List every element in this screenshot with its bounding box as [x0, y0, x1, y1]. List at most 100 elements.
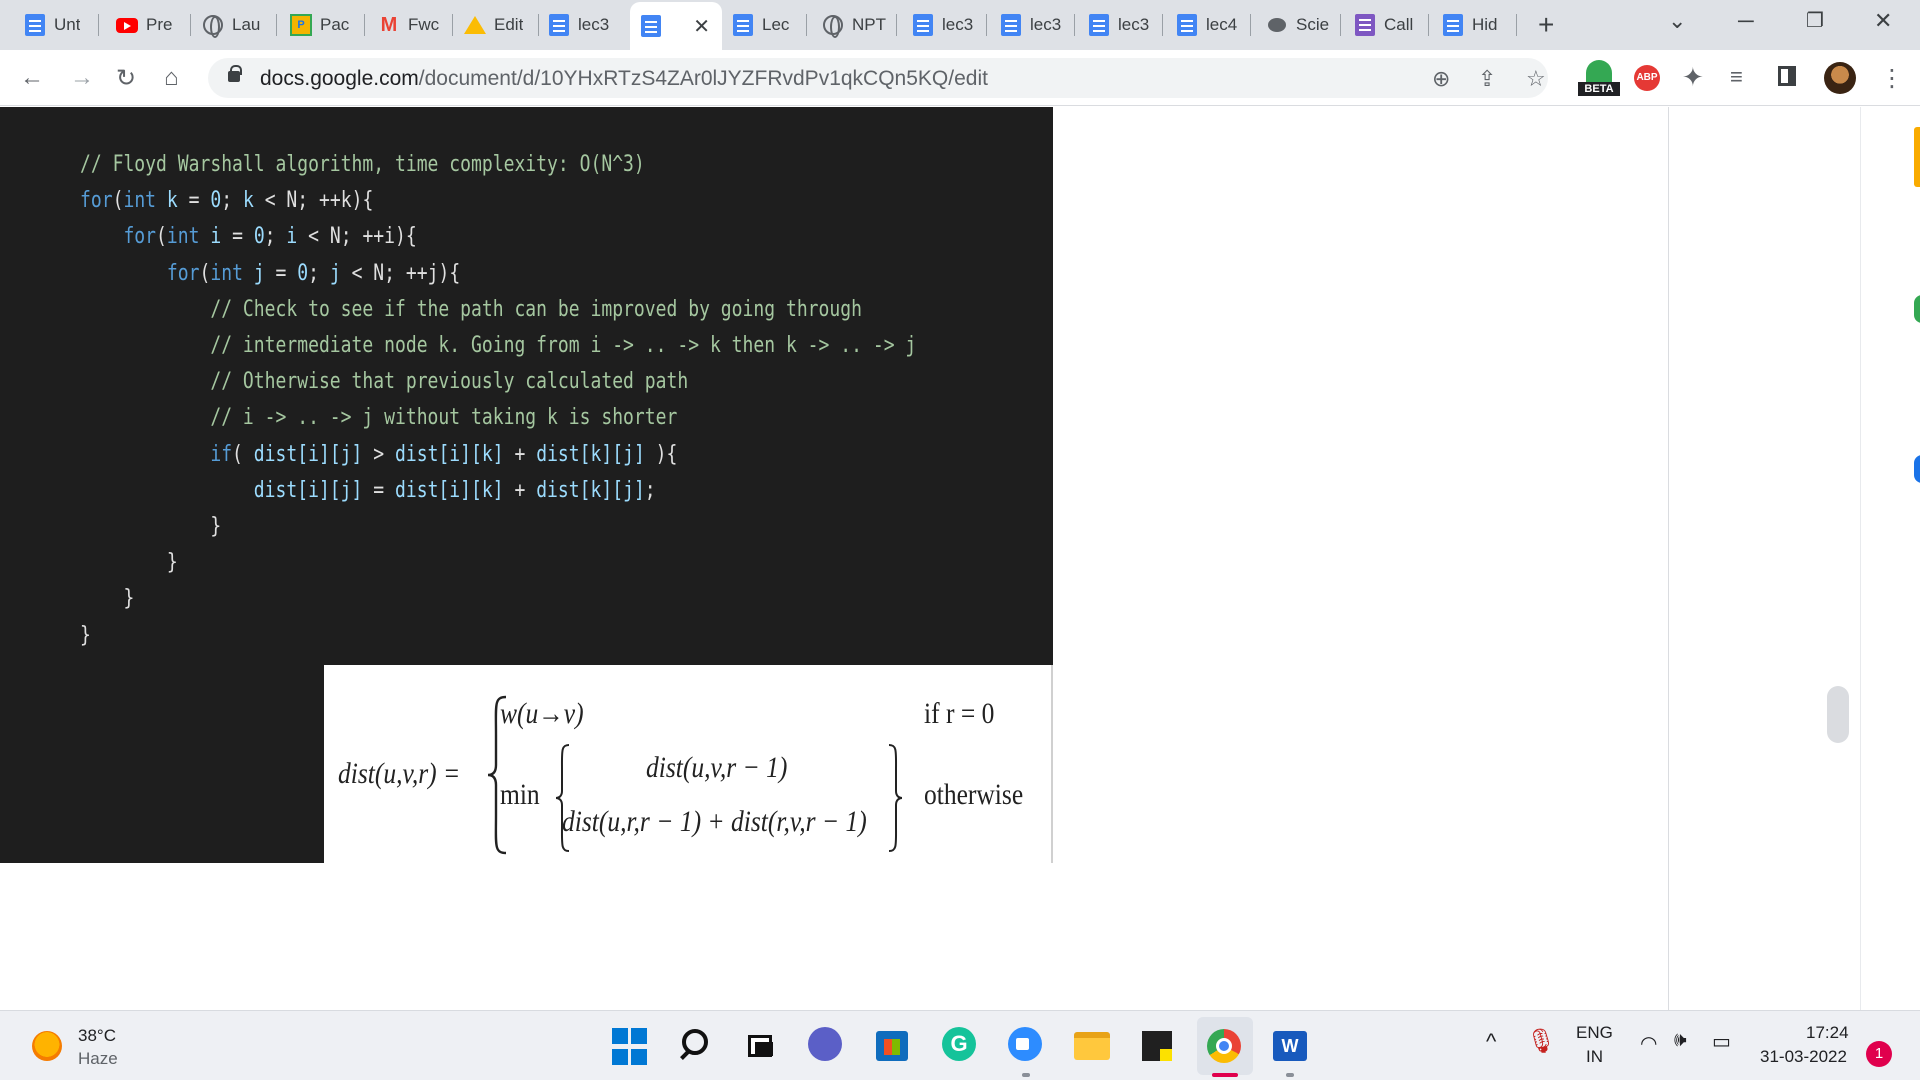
code-token: // Check to see if the path can be impro…: [80, 296, 862, 322]
browser-tab[interactable]: M Fwc: [368, 6, 448, 44]
weather-sun-icon[interactable]: [32, 1031, 62, 1061]
code-token: >: [362, 441, 395, 467]
code-token: for: [80, 224, 157, 250]
code-token: // intermediate node k. Going from i -> …: [80, 333, 917, 359]
task-view-icon[interactable]: [742, 1027, 780, 1065]
code-line: for(int k = 0; k < N; ++k){: [80, 183, 916, 219]
microphone-icon[interactable]: 🎙︎: [1526, 1027, 1556, 1056]
lock-icon[interactable]: [228, 65, 242, 82]
code-line: // Check to see if the path can be impro…: [80, 292, 916, 328]
language-code[interactable]: ENG: [1576, 1023, 1613, 1043]
code-token: dist[k][j]: [536, 477, 645, 503]
tray-overflow-chevron-icon[interactable]: ^: [1486, 1029, 1496, 1055]
sticky-notes-icon[interactable]: [1142, 1027, 1180, 1065]
grammarly-icon[interactable]: G: [942, 1027, 980, 1065]
browser-tab[interactable]: Lau: [192, 6, 272, 44]
word-icon[interactable]: W: [1273, 1027, 1311, 1065]
code-token: dist[i][j]: [80, 477, 363, 503]
zoom-app-icon[interactable]: [1008, 1027, 1046, 1065]
weather-description[interactable]: Haze: [78, 1049, 118, 1069]
menu-kebab-icon[interactable]: ⋮: [1880, 64, 1904, 93]
reload-button[interactable]: ↻: [116, 64, 136, 93]
tab-search-chevron-icon[interactable]: ⌄: [1668, 8, 1686, 34]
chrome-active-indicator: [1212, 1073, 1238, 1077]
restore-button[interactable]: ❐: [1806, 8, 1824, 33]
tab-separator: [1516, 14, 1517, 36]
list-icon: [1354, 14, 1376, 36]
code-line: if( dist[i][j] > dist[i][k] + dist[k][j]…: [80, 437, 916, 473]
browser-tab[interactable]: lec3: [990, 6, 1070, 44]
code-token: (: [232, 441, 254, 467]
code-line: for(int j = 0; j < N; ++j){: [80, 256, 916, 292]
code-token: }: [80, 622, 91, 648]
beta-extension-icon[interactable]: BETA: [1578, 60, 1620, 96]
url-text[interactable]: docs.google.com/document/d/10YHxRTzS4ZAr…: [260, 67, 988, 91]
home-icon[interactable]: ⌂: [164, 64, 179, 92]
battery-icon[interactable]: ▭: [1712, 1029, 1731, 1054]
profile-avatar[interactable]: [1824, 62, 1856, 94]
drive-icon: [464, 14, 486, 36]
language-region[interactable]: IN: [1586, 1047, 1603, 1067]
code-token: =: [275, 260, 298, 286]
address-bar[interactable]: docs.google.com/document/d/10YHxRTzS4ZAr…: [208, 58, 1548, 98]
code-token: k: [242, 188, 265, 214]
back-button[interactable]: ←: [20, 64, 44, 92]
tab-close-icon[interactable]: ✕: [693, 14, 710, 39]
document-page: // Floyd Warshall algorithm, time comple…: [0, 107, 1920, 1010]
tab-separator: [1074, 14, 1075, 36]
docs-icon: [24, 14, 46, 36]
microsoft-store-icon[interactable]: [876, 1027, 914, 1065]
side-panel-calendar-icon[interactable]: [1914, 455, 1920, 483]
forward-button[interactable]: →: [70, 64, 94, 92]
file-explorer-icon[interactable]: [1074, 1027, 1112, 1065]
browser-tab[interactable]: Pre: [106, 6, 186, 44]
extensions-puzzle-icon[interactable]: ✦: [1682, 62, 1704, 93]
wifi-icon[interactable]: ◠: [1640, 1031, 1657, 1056]
browser-tab[interactable]: lec3: [538, 6, 618, 44]
browser-tab[interactable]: Hid: [1432, 6, 1512, 44]
clock-time[interactable]: 17:24: [1806, 1023, 1849, 1043]
browser-tab[interactable]: Scie: [1256, 6, 1336, 44]
browser-tab[interactable]: NPT: [812, 6, 892, 44]
browser-tab[interactable]: lec4: [1166, 6, 1246, 44]
side-panel-tasks-icon[interactable]: [1914, 295, 1920, 323]
zoom-icon[interactable]: ⊕: [1432, 66, 1450, 92]
side-panel-icon[interactable]: [1778, 66, 1796, 86]
weather-temperature[interactable]: 38°C: [78, 1026, 116, 1046]
search-icon[interactable]: [678, 1027, 716, 1065]
reading-list-icon[interactable]: ≡: [1730, 64, 1743, 90]
code-token: int: [166, 224, 200, 250]
start-button[interactable]: [612, 1028, 650, 1066]
browser-tab[interactable]: Unt: [14, 6, 94, 44]
tab-separator: [986, 14, 987, 36]
browser-tab[interactable]: Edit: [454, 6, 534, 44]
side-panel-keep-icon[interactable]: [1914, 127, 1920, 187]
minimize-button[interactable]: ─: [1738, 8, 1754, 34]
volume-icon[interactable]: 🕪︎: [1674, 1029, 1687, 1052]
chrome-icon[interactable]: [1207, 1027, 1245, 1065]
code-token: i: [199, 224, 233, 250]
tab-label: lec3: [578, 15, 610, 34]
browser-tab[interactable]: Call: [1344, 6, 1424, 44]
scrollbar-thumb[interactable]: [1827, 686, 1849, 743]
share-icon[interactable]: ⇪: [1478, 66, 1496, 92]
code-line: for(int i = 0; i < N; ++i){: [80, 219, 916, 255]
browser-tab[interactable]: lec3: [1078, 6, 1158, 44]
notification-badge[interactable]: 1: [1866, 1041, 1892, 1067]
browser-tab[interactable]: Lec: [722, 6, 802, 44]
browser-tab[interactable]: P Pac: [280, 6, 360, 44]
new-tab-button[interactable]: +: [1538, 10, 1554, 40]
bookmark-star-icon[interactable]: ☆: [1526, 66, 1546, 92]
clock-date[interactable]: 31-03-2022: [1760, 1047, 1847, 1067]
code-token: i: [286, 224, 309, 250]
code-token: =: [188, 188, 211, 214]
teams-chat-icon[interactable]: [808, 1027, 846, 1065]
browser-tab[interactable]: lec3: [902, 6, 982, 44]
code-token: for: [80, 260, 200, 286]
code-token: for: [80, 188, 113, 214]
adblock-icon[interactable]: ABP: [1634, 65, 1660, 91]
url-domain: docs.google.com: [260, 67, 419, 90]
browser-tab[interactable]: ✕: [630, 2, 722, 50]
close-window-button[interactable]: ✕: [1874, 8, 1892, 34]
code-listing: // Floyd Warshall algorithm, time comple…: [80, 147, 916, 654]
